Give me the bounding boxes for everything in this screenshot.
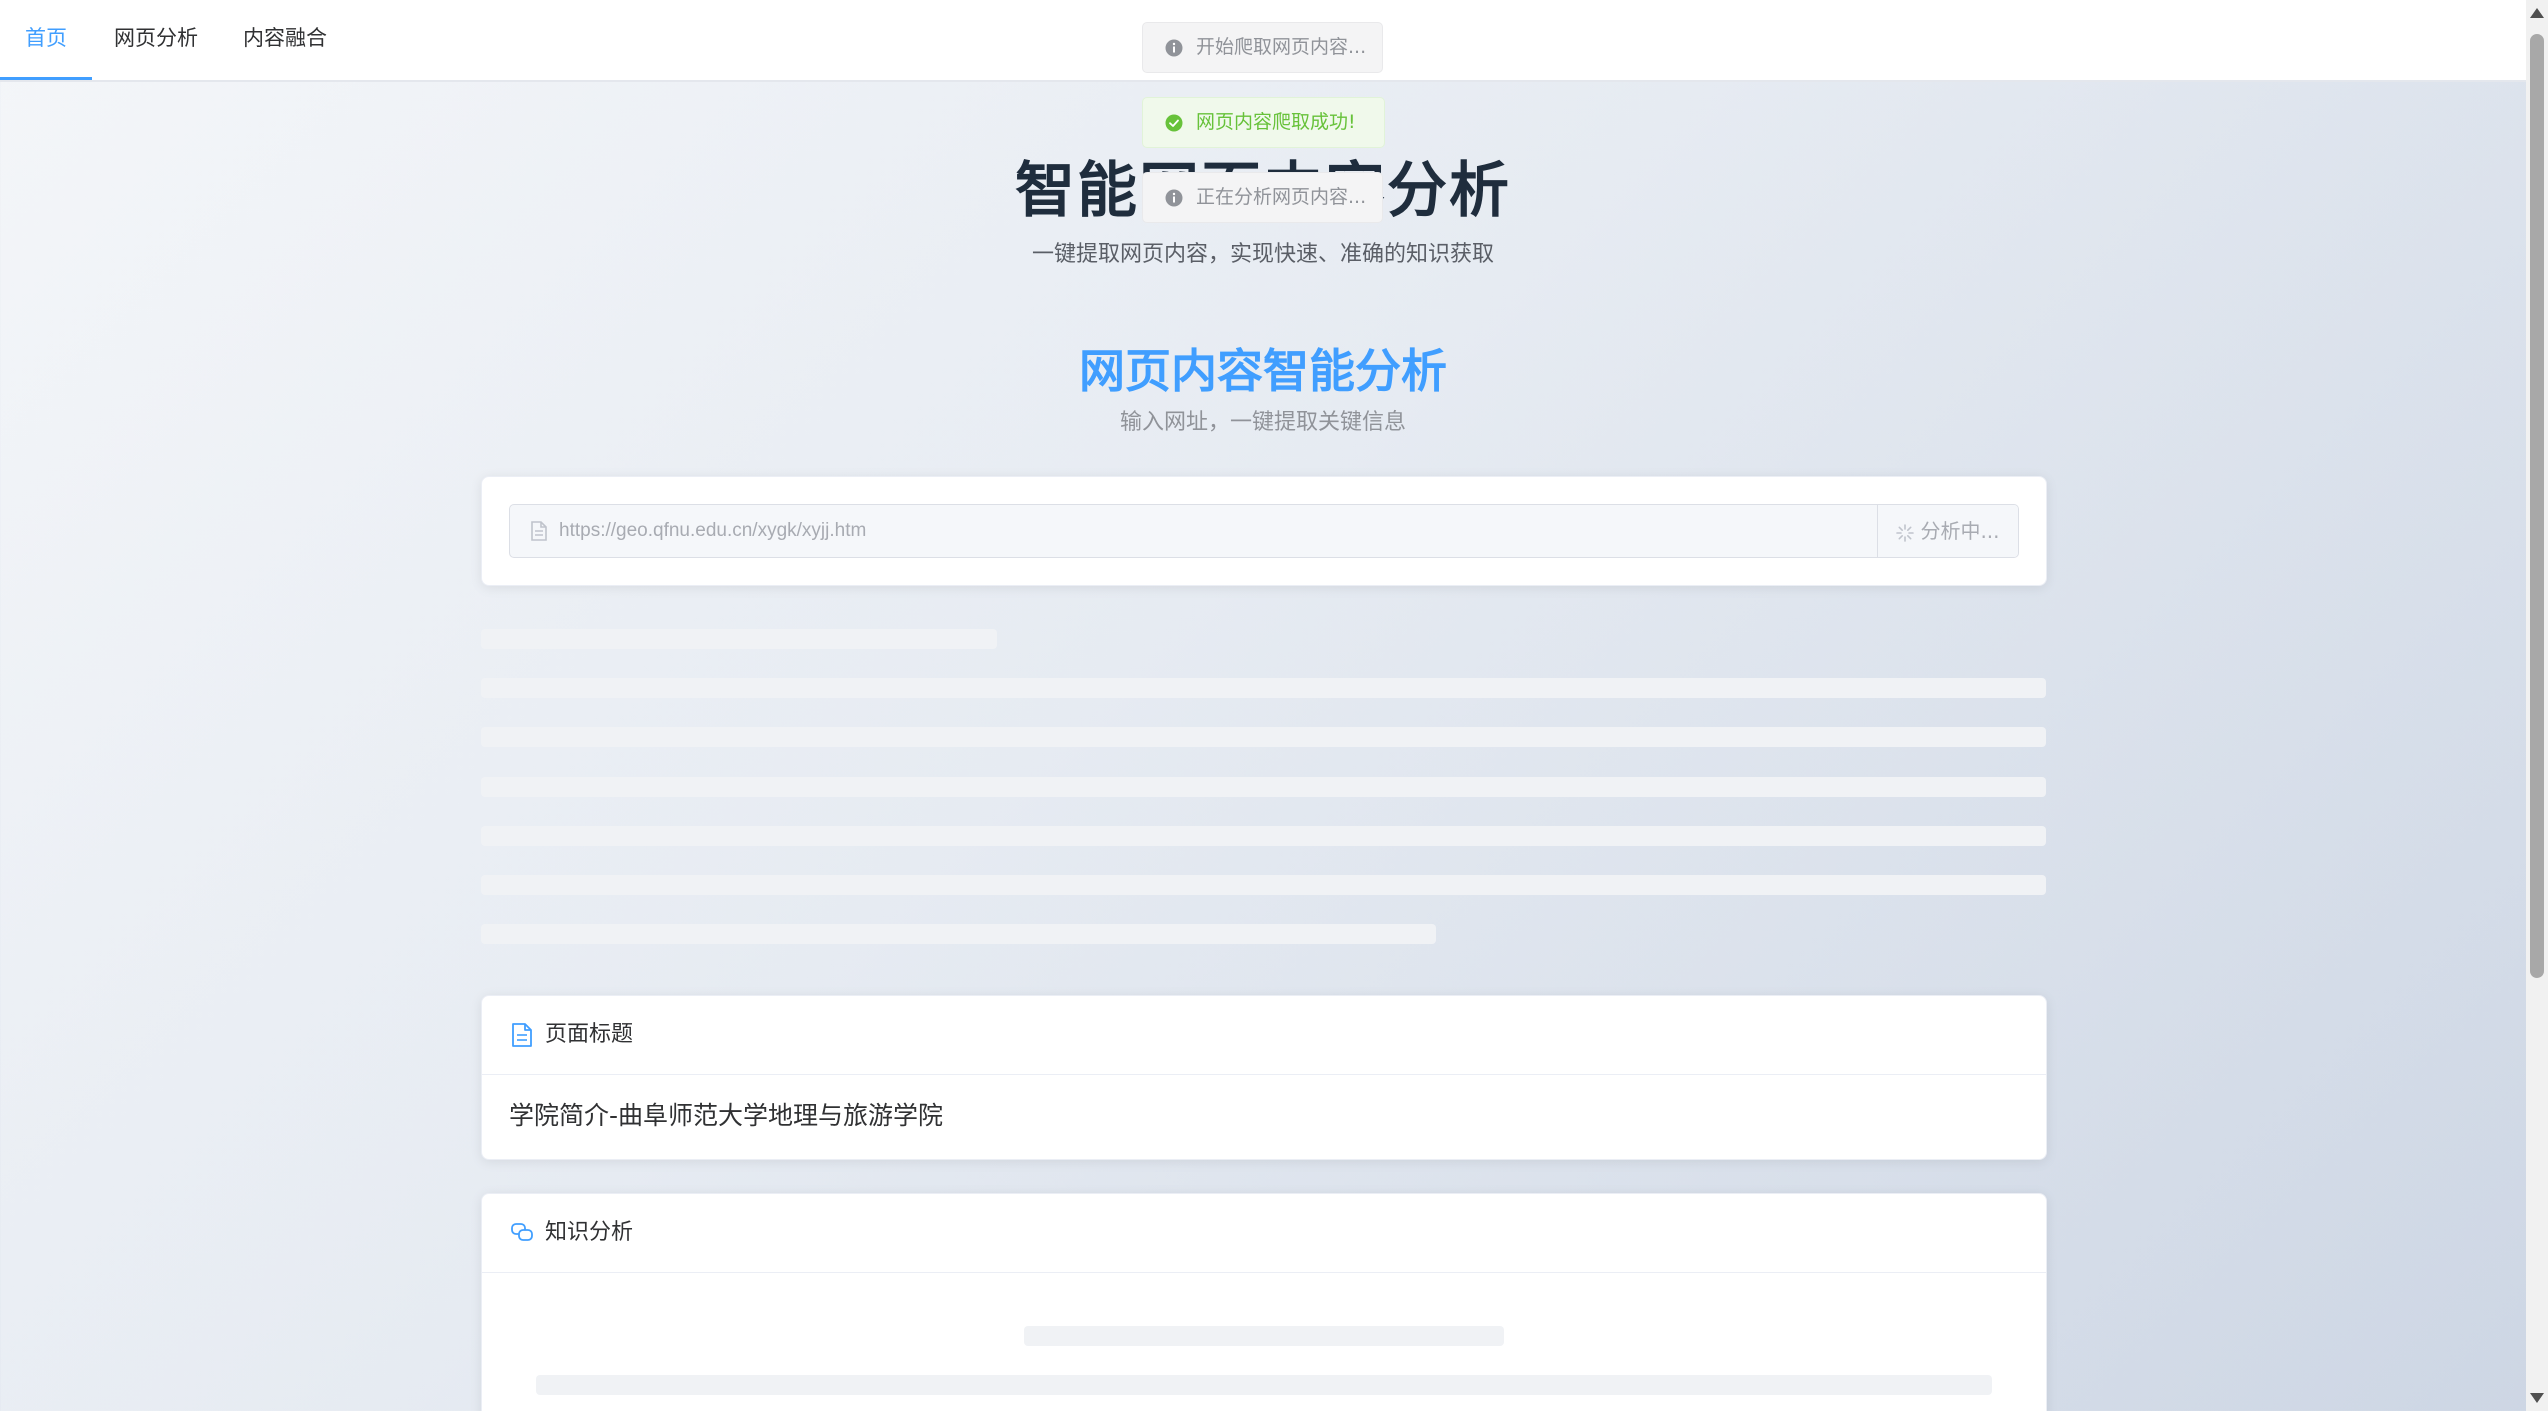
skeleton-line (481, 826, 2046, 846)
tab-web-analysis[interactable]: 网页分析 (92, 0, 220, 78)
page-subtitle: 一键提取网页内容，实现快速、准确的知识获取 (1031, 242, 1494, 267)
scroll-thumb[interactable] (2530, 34, 2544, 978)
tab-home-label: 首页 (25, 26, 67, 50)
toast-text: 网页内容爬取成功! (1196, 111, 1356, 133)
toast-message: 正在分析网页内容... (1142, 172, 1383, 223)
analyze-button[interactable]: 分析中... (1877, 505, 2018, 557)
toast-text: 正在分析网页内容... (1196, 186, 1367, 208)
page-title-card: 页面标题 学院简介-曲阜师范大学地理与旅游学院 (481, 995, 2047, 1160)
scroll-down-arrow-icon[interactable] (2530, 1393, 2544, 1403)
skeleton-line (536, 1375, 1992, 1395)
skeleton-line (481, 727, 2046, 747)
skeleton-line (481, 629, 997, 649)
analyze-button-label: 分析中... (1920, 519, 2000, 543)
skeleton-line (481, 875, 2046, 895)
loading-spinner-icon (1896, 523, 1915, 542)
skeleton-line (481, 678, 2046, 698)
page-title-value: 学院简介-曲阜师范大学地理与旅游学院 (509, 1101, 944, 1130)
card-header: 页面标题 (482, 996, 2046, 1075)
section-subtitle: 输入网址，一键提取关键信息 (1119, 410, 1406, 435)
url-input-card: 分析中... (481, 476, 2047, 586)
check-circle-icon (1165, 114, 1183, 132)
knowledge-analysis-card: 知识分析 (481, 1193, 2047, 1411)
url-input[interactable] (510, 505, 1876, 557)
tab-web-analysis-label: 网页分析 (114, 26, 198, 50)
tab-home[interactable]: 首页 (0, 0, 92, 80)
skeleton-line (481, 924, 1436, 944)
toast-text: 开始爬取网页内容... (1196, 36, 1367, 58)
tab-content-fusion-label: 内容融合 (243, 26, 327, 50)
toast-message: 开始爬取网页内容... (1142, 22, 1383, 73)
skeleton-line (1024, 1326, 1504, 1346)
section-title: 网页内容智能分析 (1079, 344, 1447, 398)
chat-bubbles-icon (511, 1223, 533, 1241)
url-input-group: 分析中... (509, 504, 2019, 558)
toast-message: 网页内容爬取成功! (1142, 97, 1385, 148)
document-icon (512, 1023, 532, 1047)
scroll-up-arrow-icon[interactable] (2530, 8, 2544, 18)
page-scrollbar[interactable] (2526, 0, 2548, 1411)
info-circle-icon (1165, 39, 1183, 57)
card-header-title: 知识分析 (545, 1220, 634, 1245)
info-circle-icon (1165, 189, 1183, 207)
card-header: 知识分析 (482, 1194, 2046, 1273)
skeleton-line (481, 777, 2046, 797)
card-header-title: 页面标题 (545, 1022, 634, 1047)
tab-content-fusion[interactable]: 内容融合 (220, 0, 350, 78)
